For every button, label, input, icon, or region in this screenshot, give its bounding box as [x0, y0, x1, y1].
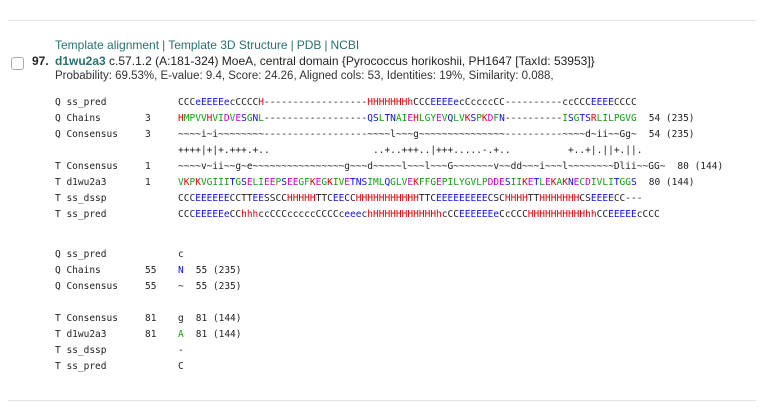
row-label: [55, 143, 145, 159]
hit-links: Template alignment | Template 3D Structure…: [55, 38, 359, 52]
row-end: 81 (144): [195, 313, 242, 324]
row-start: 55: [145, 265, 157, 276]
alignment-row: T d1wu2a3 1 VKPKVGIIITGSELIEEPSEEGFKEGKIVE…: [55, 175, 723, 191]
row-sequence: ~: [178, 281, 184, 292]
row-sequence: ++++|+|+.+++.+.. ..+..+++..|+++.....-.+.…: [178, 145, 643, 156]
row-end: 55 (235): [195, 265, 242, 276]
hit-id-link[interactable]: d1wu2a3: [55, 54, 106, 68]
link-separator: |: [324, 38, 328, 52]
row-label: T d1wu2a3: [55, 329, 107, 340]
row-start: 81: [145, 329, 157, 340]
row-label: Q Chains: [55, 265, 101, 276]
hit-description: c.57.1.2 (A:181-324) MoeA, central domai…: [109, 54, 595, 68]
row-label: Q Chains: [55, 113, 101, 124]
row-sequence: g: [178, 313, 184, 324]
row-end: 81 (144): [195, 329, 242, 340]
row-start: 3: [145, 129, 151, 140]
row-sequence: CCCeEEEEecCCCCH------------------HHHHHHH…: [178, 97, 637, 108]
alignment-row: T ss_dssp CCCEEEEEECCTTEESSCCHHHHHTTCEECC…: [55, 191, 723, 207]
top-divider: [8, 20, 756, 21]
row-label: T Consensus: [55, 161, 118, 172]
alignment-row: T ss_pred C: [55, 359, 242, 375]
pdb-link[interactable]: PDB: [297, 38, 322, 52]
row-end: 80 (144): [648, 177, 695, 188]
row-label: Q ss_pred: [55, 97, 107, 108]
row-sequence: VKPKVGIIITGSELIEEPSEEGFKEGKIVETNSIMLQGLV…: [178, 177, 637, 188]
alignment-row: T Consensus 81 g 81 (144): [55, 311, 242, 327]
ncbi-link[interactable]: NCBI: [331, 38, 360, 52]
link-separator: |: [290, 38, 294, 52]
row-start: [145, 143, 178, 159]
row-sequence: C: [178, 361, 184, 372]
row-label: T ss_dssp: [55, 345, 107, 356]
row-sequence: -: [178, 345, 184, 356]
alignment-row: Q Chains 55 N 55 (235): [55, 263, 242, 279]
row-sequence: ~~~~v~ii~~g~e~~~~~~~~~~~~~~~~g~~~d~~~~~l…: [178, 161, 666, 172]
template-alignment-link[interactable]: Template alignment: [55, 38, 159, 52]
alignment-row: T d1wu2a3 81 A 81 (144): [55, 327, 242, 343]
row-start: [145, 191, 178, 207]
row-label: T ss_pred: [55, 361, 107, 372]
row-start: [145, 359, 178, 375]
row-sequence: HMPVVHVIDVESGNL------------------QSLTNAI…: [178, 113, 637, 124]
row-label: T Consensus: [55, 313, 118, 324]
row-sequence: CCCEEEEEECCTTEESSCCHHHHHTTCEECCHHHHHHHHH…: [178, 193, 643, 204]
row-start: [145, 247, 178, 263]
row-label: [55, 295, 145, 311]
hit-title: d1wu2a3 c.57.1.2 (A:181-324) MoeA, centr…: [55, 54, 595, 68]
alignment-row: Q Consensus 3 ~~~~i~i~~~~~~~~-------------…: [55, 127, 723, 143]
row-start: 3: [145, 113, 151, 124]
row-label: T ss_pred: [55, 209, 107, 220]
row-start: 1: [145, 177, 151, 188]
row-end: 54 (235): [648, 113, 695, 124]
hit-number: 97.: [32, 54, 49, 68]
alignment-row: T ss_dssp -: [55, 343, 242, 359]
alignment-row: T ss_pred CCCEEEEEeCChhhccCCCcccccCCCCcee…: [55, 207, 723, 223]
row-start: [145, 343, 178, 359]
row-sequence: N: [178, 265, 184, 276]
alignment-row: Q ss_pred c: [55, 247, 242, 263]
row-label: Q Consensus: [55, 281, 118, 292]
alignment-row: [55, 295, 242, 311]
alignment-row: Q Consensus 55 ~55 (235): [55, 279, 242, 295]
row-start: [145, 295, 178, 311]
row-start: 1: [145, 161, 151, 172]
row-sequence: CCCEEEEEeCChhhccCCCcccccCCCCceeechHHHHHH…: [178, 209, 660, 220]
template-3d-structure-link[interactable]: Template 3D Structure: [168, 38, 287, 52]
row-label: T ss_dssp: [55, 193, 107, 204]
row-sequence: A: [178, 329, 184, 340]
row-end: 80 (144): [677, 161, 724, 172]
alignment-block-2: Q ss_pred c Q Chains 55 N 55 (235) Q Consensus…: [55, 247, 242, 375]
row-label: T d1wu2a3: [55, 177, 107, 188]
row-start: [145, 207, 178, 223]
bottom-divider: [8, 400, 756, 401]
row-start: [145, 95, 178, 111]
hit-stats: Probability: 69.53%, E-value: 9.4, Score…: [55, 70, 554, 82]
row-start: 81: [145, 313, 157, 324]
hit-select-checkbox[interactable]: [11, 57, 24, 70]
row-end: 54 (235): [648, 129, 695, 140]
row-sequence: ~~~~i~i~~~~~~~~------------------~~~~l~~…: [178, 129, 637, 140]
row-label: Q Consensus: [55, 129, 118, 140]
alignment-row: Q ss_pred CCCeEEEEecCCCCH----------------…: [55, 95, 723, 111]
row-sequence: c: [178, 249, 184, 260]
row-label: Q ss_pred: [55, 249, 107, 260]
alignment-row: Q Chains 3 HMPVVHVIDVESGNL----------------…: [55, 111, 723, 127]
alignment-row: T Consensus 1 ~~~~v~ii~~g~e~~~~~~~~~~~~~~~…: [55, 159, 723, 175]
alignment-block-1: Q ss_pred CCCeEEEEecCCCCH----------------…: [55, 95, 723, 223]
row-start: 55: [145, 281, 157, 292]
row-end: 55 (235): [195, 281, 242, 292]
link-separator: |: [162, 38, 166, 52]
alignment-row: ++++|+|+.+++.+.. ..+..+++..|+++.....-.+.…: [55, 143, 723, 159]
